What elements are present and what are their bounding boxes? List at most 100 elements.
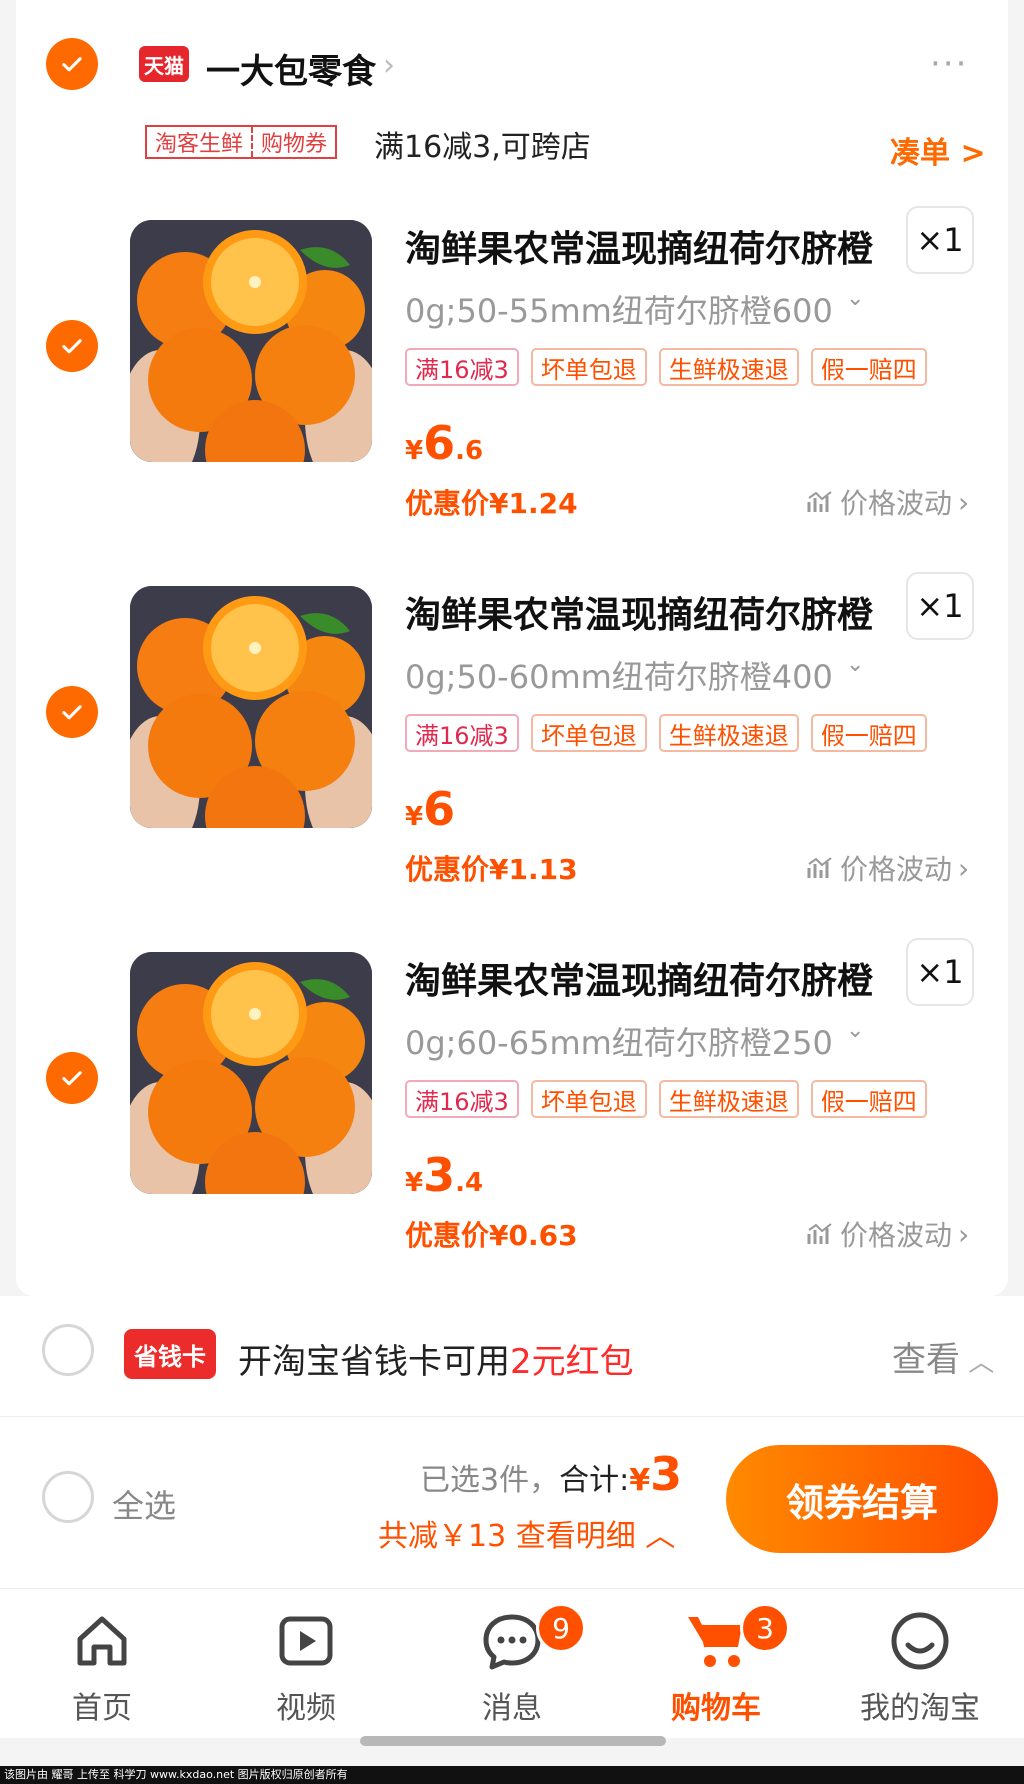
- service-tags: 满16减3 坏单包退 生鲜极速退 假一赔四: [405, 1080, 927, 1118]
- chevron-down-icon[interactable]: ⌄: [846, 286, 864, 311]
- home-indicator[interactable]: [360, 1736, 666, 1746]
- orange-image-icon: [130, 952, 372, 1194]
- chevron-right-icon: ›: [958, 851, 970, 885]
- chevron-right-icon: ›: [958, 485, 970, 519]
- item-price: ¥3.4: [405, 1148, 484, 1202]
- tab-label: 购物车: [671, 1691, 761, 1726]
- select-all-checkbox[interactable]: [42, 1471, 94, 1523]
- watermark-footer: 该图片由 耀哥 上传至 科学刀 www.kxdao.net 图片版权归原创者所有: [0, 1766, 1024, 1784]
- tab-messages[interactable]: 9 消息: [442, 1603, 586, 1726]
- message-icon: [483, 1614, 541, 1670]
- tag-label: 坏单包退: [530, 714, 647, 752]
- chevron-down-icon[interactable]: ⌄: [846, 1018, 864, 1043]
- product-thumbnail[interactable]: [130, 586, 372, 828]
- make-order-link[interactable]: 凑单 >: [890, 128, 986, 172]
- checkmark-icon: [62, 339, 82, 354]
- cart-count-badge: 3: [740, 1603, 790, 1653]
- chevron-right-icon[interactable]: ›: [383, 48, 395, 83]
- chevron-up-icon: ︿: [960, 1348, 995, 1378]
- item-price: ¥6: [405, 782, 456, 836]
- video-icon: [279, 1616, 333, 1666]
- item-price: ¥6.6: [405, 416, 484, 470]
- tag-label: 假一赔四: [810, 1080, 927, 1118]
- orange-image-icon: [130, 220, 372, 462]
- message-count-badge: 9: [536, 1603, 586, 1653]
- price-trend-label: 价格波动: [840, 853, 953, 886]
- saver-card-logo: 省钱卡: [124, 1329, 216, 1379]
- price-trend-link[interactable]: 价格波动 ›: [806, 1214, 969, 1254]
- discount-details-link[interactable]: 共减￥13 查看明细 ︿: [378, 1511, 675, 1555]
- tag-label: 生鲜极速退: [658, 1080, 799, 1118]
- quantity-selector[interactable]: ×1: [906, 206, 974, 274]
- saver-card-text: 开淘宝省钱卡可用2元红包: [238, 1342, 634, 1382]
- price-trend-link[interactable]: 价格波动 ›: [806, 848, 969, 888]
- trend-chart-icon: [807, 491, 832, 512]
- tab-video[interactable]: 视频: [236, 1603, 376, 1726]
- service-tags: 满16减3 坏单包退 生鲜极速退 假一赔四: [405, 348, 927, 386]
- price-trend-link[interactable]: 价格波动 ›: [806, 482, 969, 522]
- discount-price: 优惠价¥1.13: [405, 853, 578, 886]
- tab-label: 我的淘宝: [860, 1691, 980, 1726]
- tag-label: 生鲜极速退: [658, 714, 799, 752]
- bottom-tab-bar: 首页 视频 9 消息 3 购物车 我的淘宝: [0, 1588, 1024, 1738]
- product-title[interactable]: 淘鲜果农常温现摘纽荷尔脐橙: [405, 952, 873, 1004]
- shop-select-checkbox[interactable]: [46, 38, 98, 90]
- promo-coupon-tag: 淘客生鲜 购物券: [145, 125, 338, 159]
- quantity-selector[interactable]: ×1: [906, 572, 974, 640]
- promo-text: 满16减3,可跨店: [374, 130, 591, 165]
- discount-price: 优惠价¥0.63: [405, 1219, 578, 1252]
- orange-image-icon: [130, 586, 372, 828]
- profile-icon: [891, 1612, 949, 1670]
- chevron-up-icon: ︿: [635, 1519, 676, 1554]
- tab-home[interactable]: 首页: [32, 1603, 172, 1726]
- home-icon: [77, 1616, 127, 1666]
- tab-label: 首页: [72, 1691, 132, 1726]
- trend-chart-icon: [807, 857, 832, 878]
- select-all-label[interactable]: 全选: [112, 1481, 176, 1527]
- tab-profile[interactable]: 我的淘宝: [850, 1603, 990, 1726]
- price-trend-label: 价格波动: [840, 487, 953, 520]
- checkout-summary: 已选3件，合计:¥3: [420, 1447, 683, 1501]
- tag-label: 生鲜极速退: [658, 348, 799, 386]
- checkmark-icon: [62, 57, 82, 72]
- item-select-checkbox[interactable]: [46, 686, 98, 738]
- total-amount: ¥3: [629, 1447, 683, 1501]
- sku-selector[interactable]: 0g;50-55mm纽荷尔脐橙600: [405, 286, 833, 332]
- tag-label: 满16减3: [405, 348, 519, 386]
- service-tags: 满16减3 坏单包退 生鲜极速退 假一赔四: [405, 714, 927, 752]
- checkout-bar: 全选 已选3件，合计:¥3 共减￥13 查看明细 ︿ 领券结算: [0, 1416, 1024, 1588]
- tag-label: 假一赔四: [810, 714, 927, 752]
- promo-tag-label: 淘客生鲜: [155, 132, 244, 157]
- chevron-down-icon[interactable]: ⌄: [846, 652, 864, 677]
- checkout-button[interactable]: 领券结算: [726, 1445, 998, 1553]
- sku-selector[interactable]: 0g;60-65mm纽荷尔脐橙250: [405, 1018, 833, 1064]
- more-options-icon[interactable]: ···: [930, 44, 968, 84]
- product-thumbnail[interactable]: [130, 952, 372, 1194]
- item-select-checkbox[interactable]: [46, 320, 98, 372]
- cart-item: 淘鲜果农常温现摘纽荷尔脐橙 ×1 0g;50-60mm纽荷尔脐橙400 ⌄ 满1…: [0, 572, 1024, 888]
- cart-item: 淘鲜果农常温现摘纽荷尔脐橙 ×1 0g;50-55mm纽荷尔脐橙600 ⌄ 满1…: [0, 206, 1024, 522]
- tag-label: 满16减3: [405, 714, 519, 752]
- tab-cart[interactable]: 3 购物车: [646, 1603, 790, 1726]
- saver-card-banner: 省钱卡 开淘宝省钱卡可用2元红包 查看 ︿: [0, 1296, 1024, 1416]
- tag-label: 满16减3: [405, 1080, 519, 1118]
- tag-label: 假一赔四: [810, 348, 927, 386]
- product-title[interactable]: 淘鲜果农常温现摘纽荷尔脐橙: [405, 220, 873, 272]
- saver-card-checkbox[interactable]: [42, 1324, 94, 1376]
- saver-card-view-button[interactable]: 查看 ︿: [892, 1332, 994, 1381]
- cart-icon: [688, 1617, 742, 1667]
- product-thumbnail[interactable]: [130, 220, 372, 462]
- product-title[interactable]: 淘鲜果农常温现摘纽荷尔脐橙: [405, 586, 873, 638]
- tag-label: 坏单包退: [530, 348, 647, 386]
- quantity-selector[interactable]: ×1: [906, 938, 974, 1006]
- promo-tag-label: 购物券: [251, 127, 335, 157]
- cart-item: 淘鲜果农常温现摘纽荷尔脐橙 ×1 0g;60-65mm纽荷尔脐橙250 ⌄ 满1…: [0, 938, 1024, 1254]
- tab-label: 视频: [276, 1691, 336, 1726]
- trend-chart-icon: [807, 1223, 832, 1244]
- item-select-checkbox[interactable]: [46, 1052, 98, 1104]
- discount-price: 优惠价¥1.24: [405, 487, 578, 520]
- price-trend-label: 价格波动: [840, 1219, 953, 1252]
- shop-name[interactable]: 一大包零食: [206, 44, 376, 93]
- sku-selector[interactable]: 0g;50-60mm纽荷尔脐橙400: [405, 652, 833, 698]
- tmall-logo: 天猫: [139, 46, 189, 82]
